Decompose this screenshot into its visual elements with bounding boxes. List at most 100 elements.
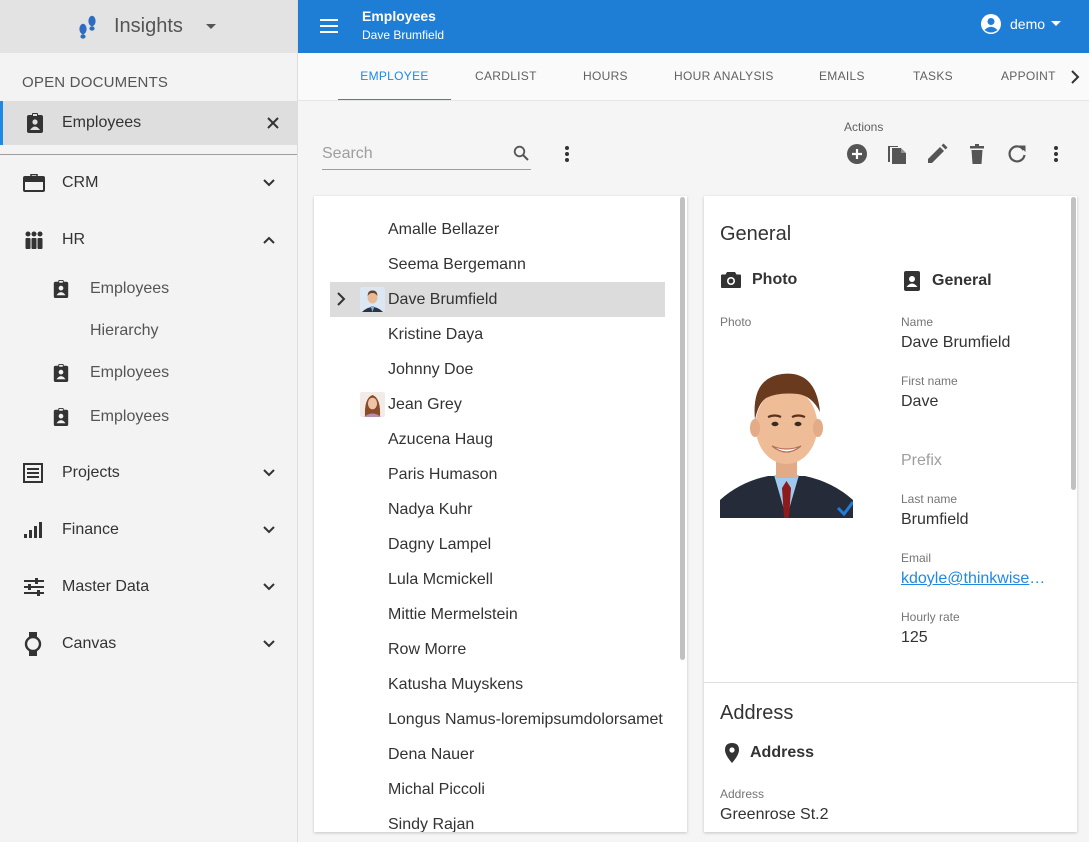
open-documents-heading: OPEN DOCUMENTS <box>22 74 169 91</box>
list-item-name: Kristine Daya <box>388 325 484 343</box>
email-link[interactable]: kdoyle@thinkwises… <box>901 570 1051 588</box>
list-item-selected[interactable]: Dave Brumfield <box>330 282 665 317</box>
list-item-name: Nadya Kuhr <box>388 500 473 518</box>
list-more-vert-icon[interactable] <box>557 144 577 164</box>
list-item[interactable]: Azucena Haug <box>330 422 665 457</box>
hourly-rate-label: Hourly rate <box>901 610 960 624</box>
sidebar-item-label: Canvas <box>62 635 117 652</box>
sidebar-item-finance[interactable]: Finance <box>0 510 297 550</box>
tab-emails[interactable]: EMAILS <box>819 53 865 100</box>
list-item-name: Row Morre <box>388 640 467 658</box>
sidebar-item-label: HR <box>62 231 86 248</box>
user-name: demo <box>1010 16 1046 32</box>
sidebar-subitem-label: Employees <box>90 280 170 297</box>
app-switcher[interactable]: Insights <box>0 0 297 53</box>
list-item[interactable]: Sindy Rajan <box>330 807 665 833</box>
list-item[interactable]: Lula Mcmickell <box>330 562 665 597</box>
chevron-down-icon <box>261 579 277 595</box>
chevron-right-icon <box>1070 70 1080 84</box>
list-item-name: Paris Humason <box>388 465 498 483</box>
list-item[interactable]: Jean Grey <box>330 387 665 422</box>
sidebar-subitem-employees[interactable]: Employees <box>0 271 297 307</box>
avatar <box>360 392 385 417</box>
sidebar-item-canvas[interactable]: Canvas <box>0 624 297 664</box>
list-item[interactable]: Mittie Mermelstein <box>330 597 665 632</box>
chevron-right-icon[interactable] <box>336 292 346 306</box>
list-item-name: Amalle Bellazer <box>388 220 500 238</box>
sidebar-item-master-data[interactable]: Master Data <box>0 567 297 607</box>
sidebar-subitem-employees[interactable]: Employees <box>0 399 297 435</box>
list-item-name: Michal Piccoli <box>388 780 485 798</box>
list-item[interactable]: Kristine Daya <box>330 317 665 352</box>
list-item-name: Dena Nauer <box>388 745 475 763</box>
user-menu[interactable]: demo <box>980 13 1062 35</box>
group-title-address: Address <box>724 742 814 764</box>
sidebar-item-projects[interactable]: Projects <box>0 453 297 493</box>
list-item-name: Johnny Doe <box>388 360 474 378</box>
badge-icon <box>52 279 70 299</box>
caret-down-icon <box>205 23 217 31</box>
camera-icon <box>720 270 742 290</box>
sidebar-subitem-hierarchy[interactable]: Hierarchy <box>0 313 297 349</box>
hourly-rate-value: 125 <box>901 629 928 646</box>
edit-pencil-icon[interactable] <box>926 143 948 165</box>
refresh-icon[interactable] <box>1006 143 1028 165</box>
sidebar-item-hr[interactable]: HR <box>0 220 297 260</box>
tab-tasks[interactable]: TASKS <box>913 53 953 100</box>
avatar <box>360 287 385 312</box>
open-document-employees[interactable]: Employees <box>0 101 297 145</box>
prefix-label: Prefix <box>901 452 942 469</box>
page-subtitle: Dave Brumfield <box>362 28 445 42</box>
detail-scrollbar[interactable] <box>1071 197 1076 490</box>
add-circle-icon[interactable] <box>846 143 868 165</box>
list-item[interactable]: Johnny Doe <box>330 352 665 387</box>
hamburger-menu-icon[interactable] <box>318 14 340 38</box>
list-box-icon <box>23 463 43 483</box>
first-name-label: First name <box>901 374 958 388</box>
list-item-name: Katusha Muyskens <box>388 675 524 693</box>
list-item[interactable]: Longus Namus-loremipsumdolorsamet <box>330 702 665 737</box>
list-item[interactable]: Nadya Kuhr <box>330 492 665 527</box>
search-field <box>322 138 531 170</box>
chevron-down-icon <box>261 175 277 191</box>
top-app-bar: Employees Dave Brumfield demo <box>298 0 1089 53</box>
list-item[interactable]: Paris Humason <box>330 457 665 492</box>
sidebar-item-label: Master Data <box>62 578 150 595</box>
search-icon[interactable] <box>513 145 529 161</box>
list-item[interactable]: Seema Bergemann <box>330 247 665 282</box>
sidebar-item-label: Finance <box>62 521 119 538</box>
list-item[interactable]: Row Morre <box>330 632 665 667</box>
tab-scroll-right-button[interactable] <box>1061 53 1089 100</box>
chevron-down-icon <box>261 636 277 652</box>
sidebar-item-label: Projects <box>62 464 120 481</box>
sidebar-subitem-employees[interactable]: Employees <box>0 355 297 391</box>
people-icon <box>23 230 45 250</box>
close-icon[interactable] <box>264 114 282 132</box>
location-pin-icon <box>724 742 740 764</box>
page-title: Employees <box>362 8 436 24</box>
copy-icon[interactable] <box>886 143 908 165</box>
photo-label: Photo <box>720 315 752 329</box>
sidebar-subitem-label: Hierarchy <box>90 322 159 339</box>
delete-trash-icon[interactable] <box>966 143 988 165</box>
employee-detail-form: General Photo General Photo Name Dave Br… <box>704 196 1077 832</box>
list-scrollbar[interactable] <box>680 197 685 660</box>
employee-photo[interactable] <box>720 356 853 518</box>
list-item[interactable]: Katusha Muyskens <box>330 667 665 702</box>
actions-more-vert-icon[interactable] <box>1046 143 1066 165</box>
tab-appointments[interactable]: APPOINT <box>1001 53 1056 100</box>
list-item[interactable]: Amalle Bellazer <box>330 212 665 247</box>
tab-hour-analysis[interactable]: HOUR ANALYSIS <box>674 53 774 100</box>
tab-cardlist[interactable]: CARDLIST <box>475 53 537 100</box>
list-item-name: Lula Mcmickell <box>388 570 493 588</box>
tab-employee[interactable]: EMPLOYEE <box>338 53 451 100</box>
list-item[interactable]: Michal Piccoli <box>330 772 665 807</box>
sidebar-subitem-label: Employees <box>90 408 170 425</box>
list-item[interactable]: Dena Nauer <box>330 737 665 772</box>
sidebar-item-crm[interactable]: CRM <box>0 163 297 203</box>
list-item[interactable]: Dagny Lampel <box>330 527 665 562</box>
tab-hours[interactable]: HOURS <box>583 53 628 100</box>
address-label: Address <box>720 787 765 801</box>
list-item-name: Mittie Mermelstein <box>388 605 518 623</box>
search-input[interactable] <box>322 142 502 166</box>
